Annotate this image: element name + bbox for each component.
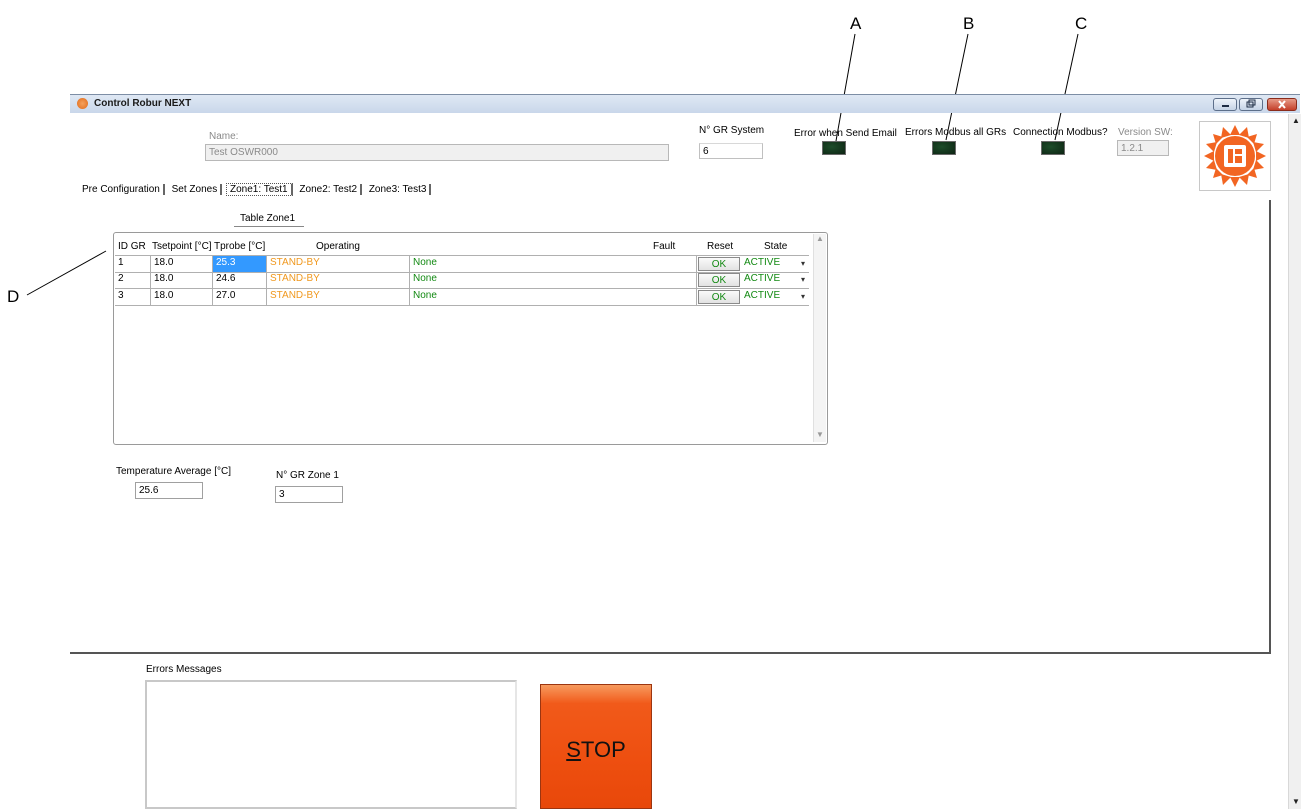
modbus-errors-led [932, 141, 956, 155]
version-label: Version SW: [1118, 127, 1173, 138]
tab-pre-configuration[interactable]: Pre Configuration [79, 184, 165, 195]
cell-state[interactable]: ACTIVE [741, 289, 799, 305]
col-header-state[interactable]: State [764, 241, 787, 252]
close-button[interactable] [1267, 98, 1297, 111]
cell-id[interactable]: 1 [115, 256, 151, 272]
logo-button[interactable] [1199, 121, 1271, 191]
errors-messages-label: Errors Messages [146, 664, 222, 675]
email-error-led [822, 141, 846, 155]
errors-messages-box[interactable] [145, 680, 517, 809]
cell-id[interactable]: 2 [115, 272, 151, 288]
cell-probe[interactable]: 25.3 [213, 256, 267, 272]
cell-operating[interactable]: STAND-BY [267, 272, 410, 288]
cell-setpoint[interactable]: 18.0 [151, 289, 213, 305]
zone-table[interactable]: ID GR Tsetpoint [°C] Tprobe [°C] Operati… [113, 232, 828, 445]
stop-button-label: STOP [566, 737, 626, 762]
tab-bar: Pre Configuration Set Zones Zone1: Test1… [79, 183, 432, 199]
reset-ok-button[interactable]: OK [698, 290, 740, 304]
gr-system-label: N° GR System [699, 125, 765, 136]
state-dropdown-icon[interactable]: ▾ [801, 292, 805, 301]
cell-setpoint[interactable]: 18.0 [151, 256, 213, 272]
app-icon [77, 98, 88, 109]
tab-set-zones[interactable]: Set Zones [169, 184, 223, 195]
stop-button[interactable]: STOP [540, 684, 652, 809]
name-field[interactable]: Test OSWR000 [205, 144, 669, 161]
cell-id[interactable]: 3 [115, 289, 151, 305]
table-caption-underline [234, 226, 304, 227]
table-caption: Table Zone1 [240, 213, 296, 224]
cell-state[interactable]: ACTIVE [741, 256, 799, 272]
restore-button[interactable] [1239, 98, 1263, 111]
connection-modbus-label: Connection Modbus? [1013, 127, 1108, 138]
scroll-down-icon[interactable]: ▼ [1292, 797, 1300, 806]
cell-operating[interactable]: STAND-BY [267, 289, 410, 305]
panel-border-bottom [70, 652, 1271, 654]
col-header-id[interactable]: ID GR [118, 241, 146, 252]
minimize-icon [1222, 105, 1229, 107]
temp-average-label: Temperature Average [°C] [116, 466, 231, 477]
gr-system-field[interactable]: 6 [699, 143, 763, 159]
col-header-fault[interactable]: Fault [653, 241, 675, 252]
close-icon [1278, 100, 1286, 109]
version-field: 1.2.1 [1117, 140, 1169, 156]
table-scroll-down-icon[interactable]: ▼ [816, 430, 824, 439]
email-error-label: Error when Send Email [794, 128, 897, 139]
minimize-button[interactable] [1213, 98, 1237, 111]
restore-icon [1246, 99, 1256, 108]
gr-zone-label: N° GR Zone 1 [276, 470, 339, 481]
window-titlebar[interactable]: Control Robur NEXT [70, 94, 1300, 113]
cell-probe[interactable]: 27.0 [213, 289, 267, 305]
cell-setpoint[interactable]: 18.0 [151, 272, 213, 288]
state-dropdown-icon[interactable]: ▾ [801, 259, 805, 268]
col-header-reset[interactable]: Reset [707, 241, 733, 252]
cell-fault[interactable]: None [410, 256, 697, 272]
cell-fault[interactable]: None [410, 272, 697, 288]
state-dropdown-icon[interactable]: ▾ [801, 275, 805, 284]
cell-fault[interactable]: None [410, 289, 697, 305]
name-label: Name: [209, 131, 239, 142]
connection-modbus-led [1041, 141, 1065, 155]
reset-ok-button[interactable]: OK [698, 257, 740, 271]
gr-zone-field[interactable]: 3 [275, 486, 343, 503]
tab-zone3[interactable]: Zone3: Test3 [366, 184, 432, 195]
tab-zone2[interactable]: Zone2: Test2 [296, 184, 363, 195]
table-scrollbar[interactable]: ▲ ▼ [813, 234, 826, 442]
cell-state[interactable]: ACTIVE [741, 272, 799, 288]
table-row[interactable]: 1 18.0 25.3 STAND-BY None OK ACTIVE ▾ [115, 255, 809, 273]
col-header-operating[interactable]: Operating [316, 241, 360, 252]
col-header-setpoint[interactable]: Tsetpoint [°C] [152, 241, 212, 252]
col-header-probe[interactable]: Tprobe [°C] [214, 241, 265, 252]
cell-probe[interactable]: 24.6 [213, 272, 267, 288]
tab-zone1[interactable]: Zone1: Test1 [225, 183, 293, 196]
reset-ok-button[interactable]: OK [698, 273, 740, 287]
temp-average-field[interactable]: 25.6 [135, 482, 203, 499]
table-row[interactable]: 2 18.0 24.6 STAND-BY None OK ACTIVE ▾ [115, 272, 809, 289]
modbus-errors-label: Errors Modbus all GRs [905, 127, 1007, 138]
scroll-up-icon[interactable]: ▲ [1292, 116, 1300, 125]
window-scrollbar[interactable]: ▲ ▼ [1288, 114, 1301, 809]
table-row[interactable]: 3 18.0 27.0 STAND-BY None OK ACTIVE ▾ [115, 289, 809, 306]
window-title: Control Robur NEXT [94, 98, 192, 109]
sun-logo-icon [1204, 125, 1266, 187]
table-scroll-up-icon[interactable]: ▲ [816, 234, 824, 243]
panel-border-right [1269, 200, 1271, 653]
cell-operating[interactable]: STAND-BY [267, 256, 410, 272]
